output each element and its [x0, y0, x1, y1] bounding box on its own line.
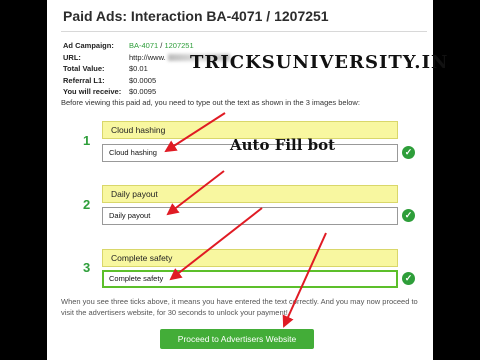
proceed-to-advertiser-button[interactable]: Proceed to Advertisers Website [160, 329, 314, 349]
captcha-image-3: Complete safety [102, 249, 398, 267]
receive-label: You will receive: [63, 87, 122, 96]
title-divider [61, 31, 427, 32]
checkmark-icon: ✓ [402, 272, 415, 285]
referral-row: Referral L1: $0.0005 [63, 75, 230, 87]
watermark-text: TRICKSUNIVERSITY.IN [190, 52, 449, 73]
receive-value: $0.0095 [129, 87, 157, 96]
captcha-image-2: Daily payout [102, 185, 398, 203]
total-value: $0.01 [129, 64, 148, 73]
captcha-input-3[interactable]: Complete safety [102, 270, 398, 288]
checkmark-icon: ✓ [402, 209, 415, 222]
auto-fill-annotation: Auto Fill bot [230, 136, 336, 154]
captcha-number-3: 3 [83, 260, 91, 275]
interaction-link[interactable]: 1207251 [164, 41, 193, 50]
footer-instructions: When you see three ticks above, it means… [61, 297, 418, 317]
campaign-link[interactable]: BA-4071 [129, 41, 158, 50]
referral-label: Referral L1: [63, 75, 105, 85]
page-title: Paid Ads: Interaction BA-4071 / 1207251 [63, 8, 329, 24]
url-value: http://www. [129, 52, 166, 62]
checkmark-icon: ✓ [402, 146, 415, 159]
url-label: URL: [63, 52, 81, 62]
captcha-instructions: Before viewing this paid ad, you need to… [61, 98, 360, 107]
campaign-row: Ad Campaign: BA-4071 / 1207251 [63, 40, 230, 52]
captcha-number-2: 2 [83, 197, 91, 212]
captcha-number-1: 1 [83, 133, 91, 148]
referral-value: $0.0005 [129, 75, 157, 85]
total-value-label: Total Value: [63, 64, 105, 73]
captcha-input-2[interactable]: Daily payout [102, 207, 398, 225]
campaign-label: Ad Campaign: [63, 41, 114, 50]
receive-row: You will receive: $0.0095 [63, 86, 230, 98]
paid-ad-panel: Paid Ads: Interaction BA-4071 / 1207251 … [47, 0, 447, 360]
